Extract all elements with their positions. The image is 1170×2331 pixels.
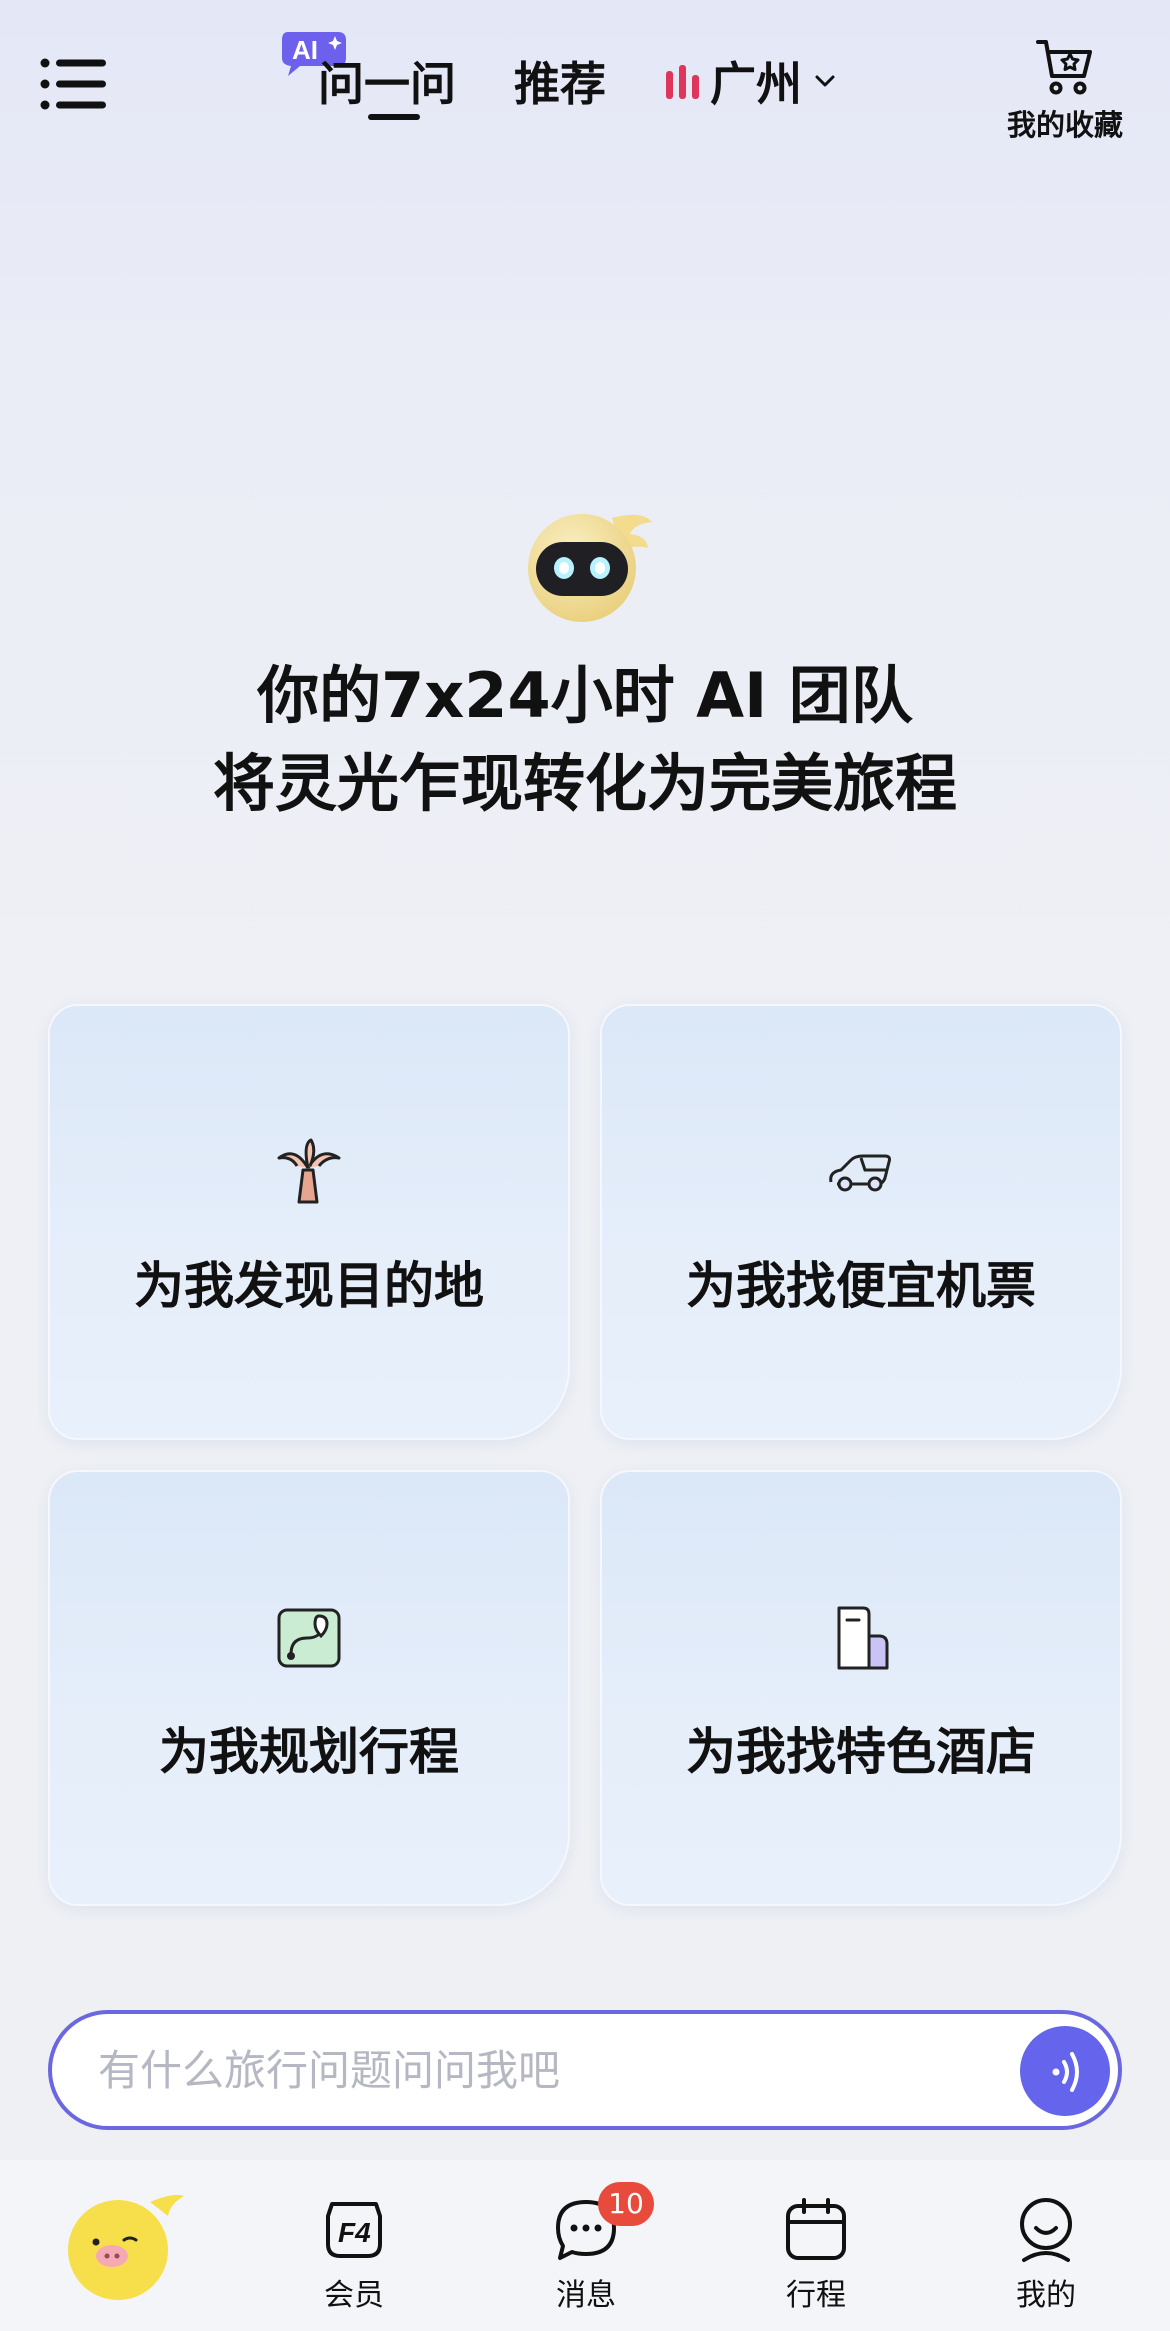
map-route-icon bbox=[277, 1608, 341, 1668]
home-pig-button[interactable] bbox=[62, 2186, 186, 2306]
tab-messages-label: 消息 bbox=[556, 2278, 616, 2313]
card-featured-hotels[interactable]: 为我找特色酒店 bbox=[600, 1470, 1122, 1906]
card-cheap-flights[interactable]: 为我找便宜机票 bbox=[600, 1004, 1122, 1440]
hotel-building-icon bbox=[837, 1606, 889, 1670]
tab-member[interactable]: F4 会员 bbox=[284, 2194, 424, 2314]
tab-trips-label: 行程 bbox=[786, 2278, 846, 2313]
tab-ask-label: 问一问 bbox=[318, 57, 456, 111]
hero-line-1: 你的7x24小时 AI 团队 bbox=[257, 659, 913, 732]
city-selector[interactable]: 广州 bbox=[664, 48, 838, 114]
chevron-down-icon bbox=[815, 75, 835, 87]
city-name: 广州 bbox=[710, 57, 802, 111]
ask-input-bar bbox=[48, 2010, 1122, 2130]
tab-recommend[interactable]: 推荐 bbox=[514, 48, 606, 114]
pig-mascot-icon bbox=[68, 2194, 184, 2300]
card-label: 为我发现目的地 bbox=[134, 1257, 484, 1315]
tab-profile-label: 我的 bbox=[1016, 2278, 1076, 2313]
hero-line-2: 将灵光乍现转化为完美旅程 bbox=[212, 747, 957, 820]
profile-icon bbox=[1020, 2198, 1072, 2262]
calendar-icon bbox=[786, 2198, 846, 2260]
f4-member-icon: F4 bbox=[326, 2202, 382, 2258]
menu-icon[interactable] bbox=[40, 58, 106, 110]
card-label: 为我找特色酒店 bbox=[686, 1723, 1036, 1781]
tab-profile[interactable]: 我的 bbox=[976, 2194, 1116, 2314]
favorites-label: 我的收藏 bbox=[1006, 108, 1123, 142]
tab-member-label: 会员 bbox=[324, 2278, 384, 2313]
cart-star-icon bbox=[1036, 40, 1092, 95]
ai-badge-text: AI bbox=[292, 35, 318, 65]
voice-input-button[interactable] bbox=[1020, 2026, 1110, 2116]
favorites-button[interactable]: 我的收藏 bbox=[1000, 36, 1130, 144]
city-bars-icon bbox=[666, 65, 699, 99]
unread-count-badge: 10 bbox=[598, 2182, 654, 2226]
card-label: 为我找便宜机票 bbox=[686, 1257, 1036, 1315]
palm-tree-icon bbox=[277, 1138, 341, 1204]
tab-messages[interactable]: 10 消息 bbox=[516, 2182, 656, 2314]
svg-text:F4: F4 bbox=[338, 2217, 371, 2248]
tab-ask[interactable]: 问一问 bbox=[318, 48, 456, 120]
ask-input[interactable] bbox=[98, 2038, 978, 2102]
card-label: 为我规划行程 bbox=[159, 1723, 459, 1781]
bottom-tab-bar: F4 会员 10 消息 行程 我的 bbox=[0, 2160, 1170, 2331]
voice-wave-icon bbox=[1052, 2052, 1079, 2092]
card-plan-itinerary[interactable]: 为我规划行程 bbox=[48, 1470, 570, 1906]
tab-trips[interactable]: 行程 bbox=[746, 2194, 886, 2314]
card-discover-destination[interactable]: 为我发现目的地 bbox=[48, 1004, 570, 1440]
robot-mascot-icon bbox=[512, 500, 662, 630]
active-tab-indicator bbox=[368, 114, 420, 120]
plane-icon bbox=[829, 1154, 891, 1192]
top-nav-bar: AI 问一问 推荐 广州 我的收藏 bbox=[0, 0, 1170, 160]
tab-recommend-label: 推荐 bbox=[514, 57, 606, 111]
hero-heading: 你的7x24小时 AI 团队 将灵光乍现转化为完美旅程 bbox=[0, 652, 1170, 828]
